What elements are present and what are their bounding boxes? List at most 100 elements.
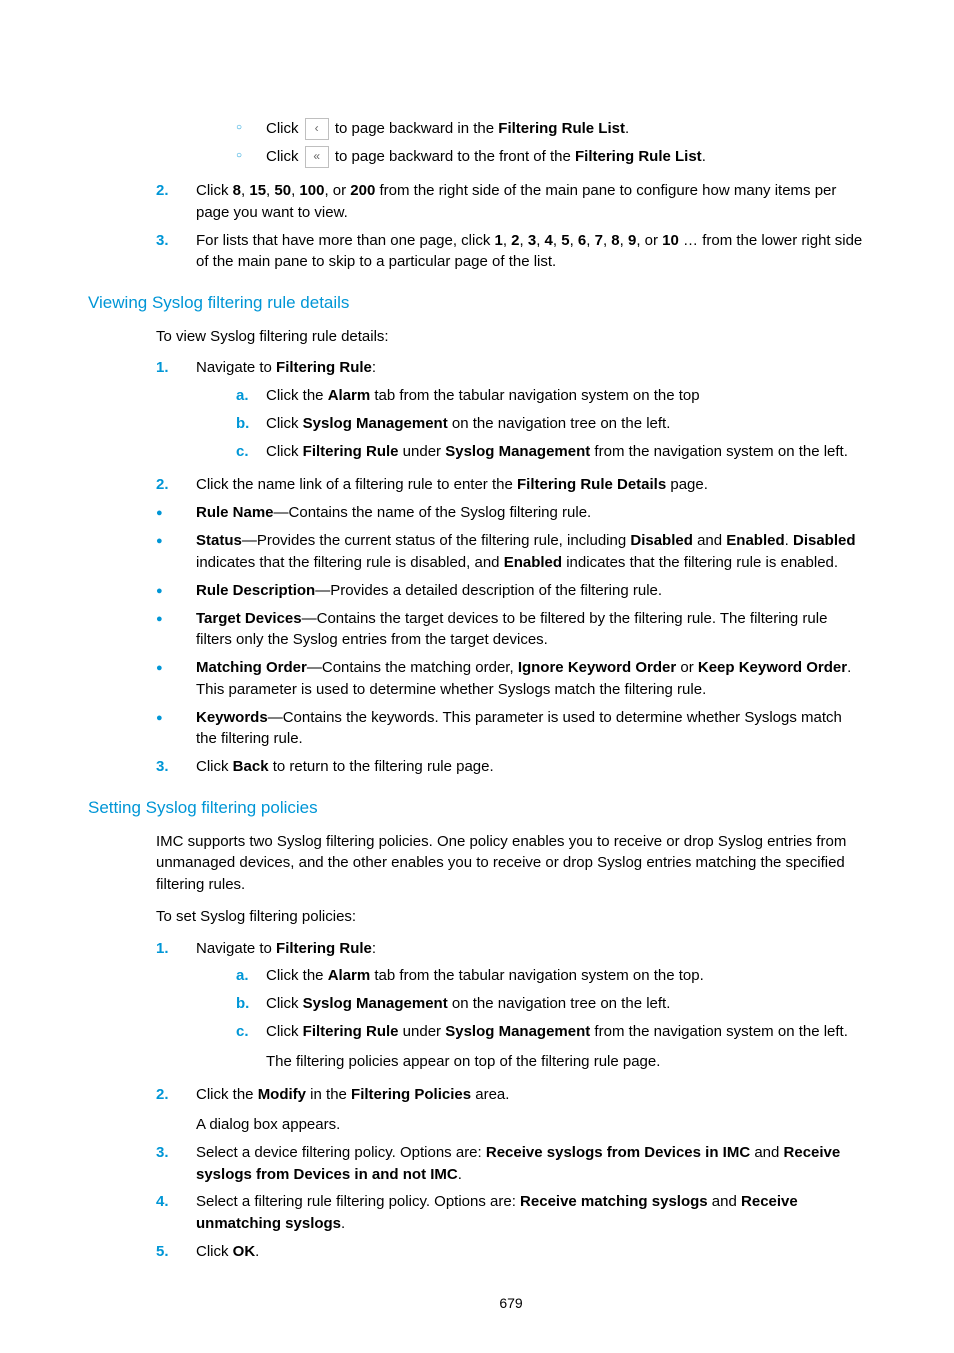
bullet-icon: ● xyxy=(156,580,196,602)
list-number: 4. xyxy=(156,1191,196,1213)
bold-text: Back xyxy=(233,758,269,775)
section-heading-viewing: Viewing Syslog filtering rule details xyxy=(88,291,866,316)
bold-text: Syslog Management xyxy=(303,995,448,1012)
list-item: 1. Navigate to Filtering Rule: a. Click … xyxy=(156,357,866,468)
bold-text: Filtering Rule List xyxy=(498,120,625,137)
bold-text: Filtering Rule xyxy=(303,443,399,460)
page-first-icon: « xyxy=(305,146,329,168)
bullet-icon: ● xyxy=(156,657,196,679)
bold-text: Enabled xyxy=(726,532,784,549)
bold-text: 1 xyxy=(494,232,502,249)
text: Click xyxy=(266,443,303,460)
list-item: ○ Click ‹ to page backward in the Filter… xyxy=(196,118,866,140)
list-number: 1. xyxy=(156,938,196,960)
text: , xyxy=(570,232,578,249)
list-number: 2. xyxy=(156,1084,196,1106)
bold-text: Modify xyxy=(258,1086,306,1103)
bold-text: Keywords xyxy=(196,709,268,726)
text: , or xyxy=(636,232,662,249)
bold-text: Target Devices xyxy=(196,610,302,627)
list-item: 2. Click the name link of a filtering ru… xyxy=(156,474,866,496)
text: Click xyxy=(266,415,303,432)
numbered-list-cont: 3. Click Back to return to the filtering… xyxy=(156,756,866,778)
text: and xyxy=(750,1144,783,1161)
alpha-list: a. Click the Alarm tab from the tabular … xyxy=(196,385,866,462)
list-item: 2. Click 8, 15, 50, 100, or 200 from the… xyxy=(156,180,866,224)
bold-text: Rule Name xyxy=(196,504,274,521)
list-number: 3. xyxy=(156,230,196,252)
text: to page backward to the front of the xyxy=(335,148,575,165)
text: The filtering policies appear on top of … xyxy=(266,1051,866,1073)
list-letter: c. xyxy=(236,441,266,463)
text: and xyxy=(708,1193,741,1210)
text: tab from the tabular navigation system o… xyxy=(370,387,699,404)
bold-text: 10 xyxy=(662,232,679,249)
list-letter: c. xyxy=(236,1021,266,1043)
text: —Contains the keywords. This parameter i… xyxy=(196,709,842,748)
list-number: 3. xyxy=(156,1142,196,1164)
text: . xyxy=(255,1243,259,1260)
text: , or xyxy=(324,182,350,199)
text: . xyxy=(785,532,793,549)
text: —Contains the matching order, xyxy=(307,659,518,676)
text: from the navigation system on the left. xyxy=(590,1023,848,1040)
text: —Provides the current status of the filt… xyxy=(242,532,631,549)
bold-text: Filtering Rule List xyxy=(575,148,702,165)
list-item: 1. Navigate to Filtering Rule: a. Click … xyxy=(156,938,866,1079)
bold-text: Filtering Rule xyxy=(276,359,372,376)
list-item: 4. Select a filtering rule filtering pol… xyxy=(156,1191,866,1235)
list-item: 5. Click OK. xyxy=(156,1241,866,1263)
bold-text: 15 xyxy=(249,182,266,199)
bold-text: Receive matching syslogs xyxy=(520,1193,708,1210)
list-item: ●Keywords—Contains the keywords. This pa… xyxy=(156,707,866,751)
text: . xyxy=(341,1215,345,1232)
bullet-list: ● Rule Name—Contains the name of the Sysl… xyxy=(156,502,866,750)
list-item: a. Click the Alarm tab from the tabular … xyxy=(196,385,866,407)
text: : xyxy=(372,359,376,376)
bullet-icon: ● xyxy=(156,608,196,630)
list-number: 5. xyxy=(156,1241,196,1263)
text: A dialog box appears. xyxy=(196,1114,866,1136)
list-item: ●Status—Provides the current status of t… xyxy=(156,530,866,574)
text: Click xyxy=(196,182,233,199)
text: under xyxy=(399,1023,446,1040)
intro-text: IMC supports two Syslog filtering polici… xyxy=(156,831,866,896)
bold-text: Enabled xyxy=(504,554,562,571)
list-number: 1. xyxy=(156,357,196,379)
bold-text: 7 xyxy=(595,232,603,249)
text: from the navigation system on the left. xyxy=(590,443,848,460)
text: , xyxy=(520,232,528,249)
list-item: ○ Click ‹ to page backward in the Filter… xyxy=(156,112,866,174)
document-page: ○ Click ‹ to page backward in the Filter… xyxy=(0,0,954,1353)
list-item: c. Click Filtering Rule under Syslog Man… xyxy=(196,1021,866,1073)
list-item: c. Click Filtering Rule under Syslog Man… xyxy=(196,441,866,463)
text: indicates that the filtering rule is dis… xyxy=(196,554,504,571)
text: area. xyxy=(471,1086,509,1103)
bold-text: Syslog Management xyxy=(303,415,448,432)
text: or xyxy=(676,659,698,676)
text: Click the xyxy=(266,967,328,984)
bullet-icon: ● xyxy=(156,707,196,729)
text: . xyxy=(625,120,629,137)
text: —Contains the name of the Syslog filteri… xyxy=(274,504,592,521)
bold-text: 50 xyxy=(274,182,291,199)
hollow-bullet-icon: ○ xyxy=(236,146,266,166)
list-item: ●Matching Order—Contains the matching or… xyxy=(156,657,866,701)
text: Click xyxy=(266,148,303,165)
text: page. xyxy=(666,476,708,493)
intro-text: To set Syslog filtering policies: xyxy=(156,906,866,928)
text: to page backward in the xyxy=(335,120,498,137)
text: , xyxy=(586,232,594,249)
text: , xyxy=(503,232,511,249)
list-item: 3. Click Back to return to the filtering… xyxy=(156,756,866,778)
text: Click xyxy=(266,995,303,1012)
top-numbered-list: ○ Click ‹ to page backward in the Filter… xyxy=(156,112,866,273)
bold-text: Ignore Keyword Order xyxy=(518,659,676,676)
text: Navigate to xyxy=(196,940,276,957)
bold-text: Filtering Rule Details xyxy=(517,476,666,493)
list-letter: a. xyxy=(236,385,266,407)
list-item: b. Click Syslog Management on the naviga… xyxy=(196,993,866,1015)
bold-text: 2 xyxy=(511,232,519,249)
text: . xyxy=(458,1166,462,1183)
list-item: 2. Click the Modify in the Filtering Pol… xyxy=(156,1084,866,1136)
